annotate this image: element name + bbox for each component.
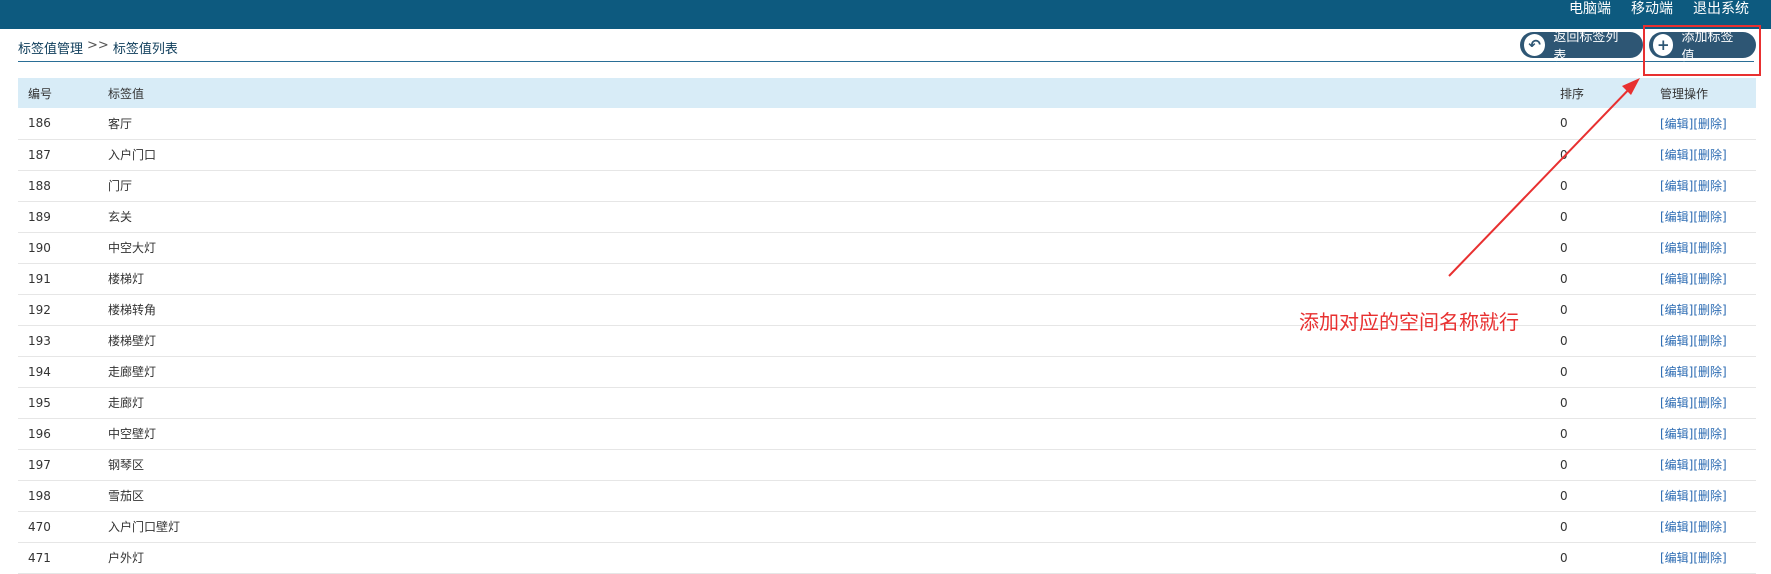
- annotation-arrow: [1448, 78, 1640, 277]
- arrow-line: [1448, 83, 1635, 277]
- annotation-text: 添加对应的空间名称就行: [1299, 310, 1519, 334]
